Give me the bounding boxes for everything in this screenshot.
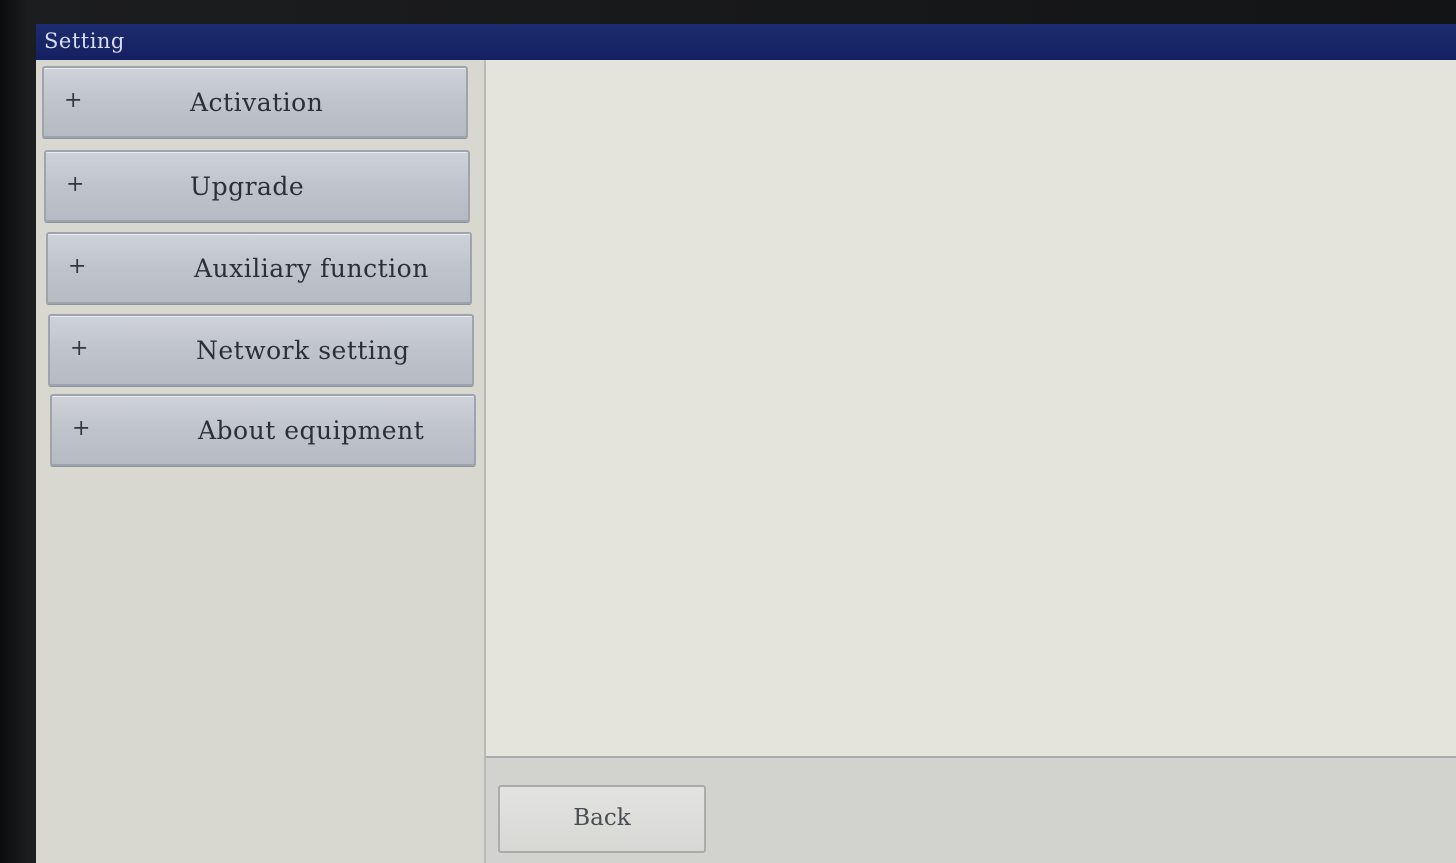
sidebar-item-label: About equipment: [198, 416, 425, 445]
sidebar-item-about-equipment[interactable]: + About equipment: [50, 394, 476, 466]
settings-sidebar: + Activation + Upgrade + Auxiliary funct…: [36, 60, 486, 863]
sidebar-item-label: Auxiliary function: [194, 254, 429, 283]
plus-icon: +: [66, 172, 85, 197]
plus-icon: +: [64, 88, 83, 113]
plus-icon: +: [68, 254, 87, 279]
sidebar-item-network-setting[interactable]: + Network setting: [48, 314, 474, 386]
back-button[interactable]: Back: [498, 785, 706, 853]
sidebar-item-label: Upgrade: [190, 172, 305, 201]
title-bar: Setting: [36, 24, 1456, 60]
sidebar-item-label: Activation: [190, 88, 324, 117]
sidebar-item-activation[interactable]: + Activation: [42, 66, 468, 138]
sidebar-item-auxiliary-function[interactable]: + Auxiliary function: [46, 232, 472, 304]
sidebar-item-label: Network setting: [196, 336, 410, 365]
content-panel: [486, 60, 1456, 756]
back-button-label: Back: [573, 805, 631, 831]
bottom-toolbar: Back: [486, 756, 1456, 863]
window-title: Setting: [44, 29, 125, 53]
device-screen: Setting + Activation + Upgrade + Auxilia…: [36, 24, 1456, 863]
plus-icon: +: [72, 416, 91, 441]
device-bezel: Setting + Activation + Upgrade + Auxilia…: [0, 0, 1456, 863]
sidebar-item-upgrade[interactable]: + Upgrade: [44, 150, 470, 222]
plus-icon: +: [70, 336, 89, 361]
